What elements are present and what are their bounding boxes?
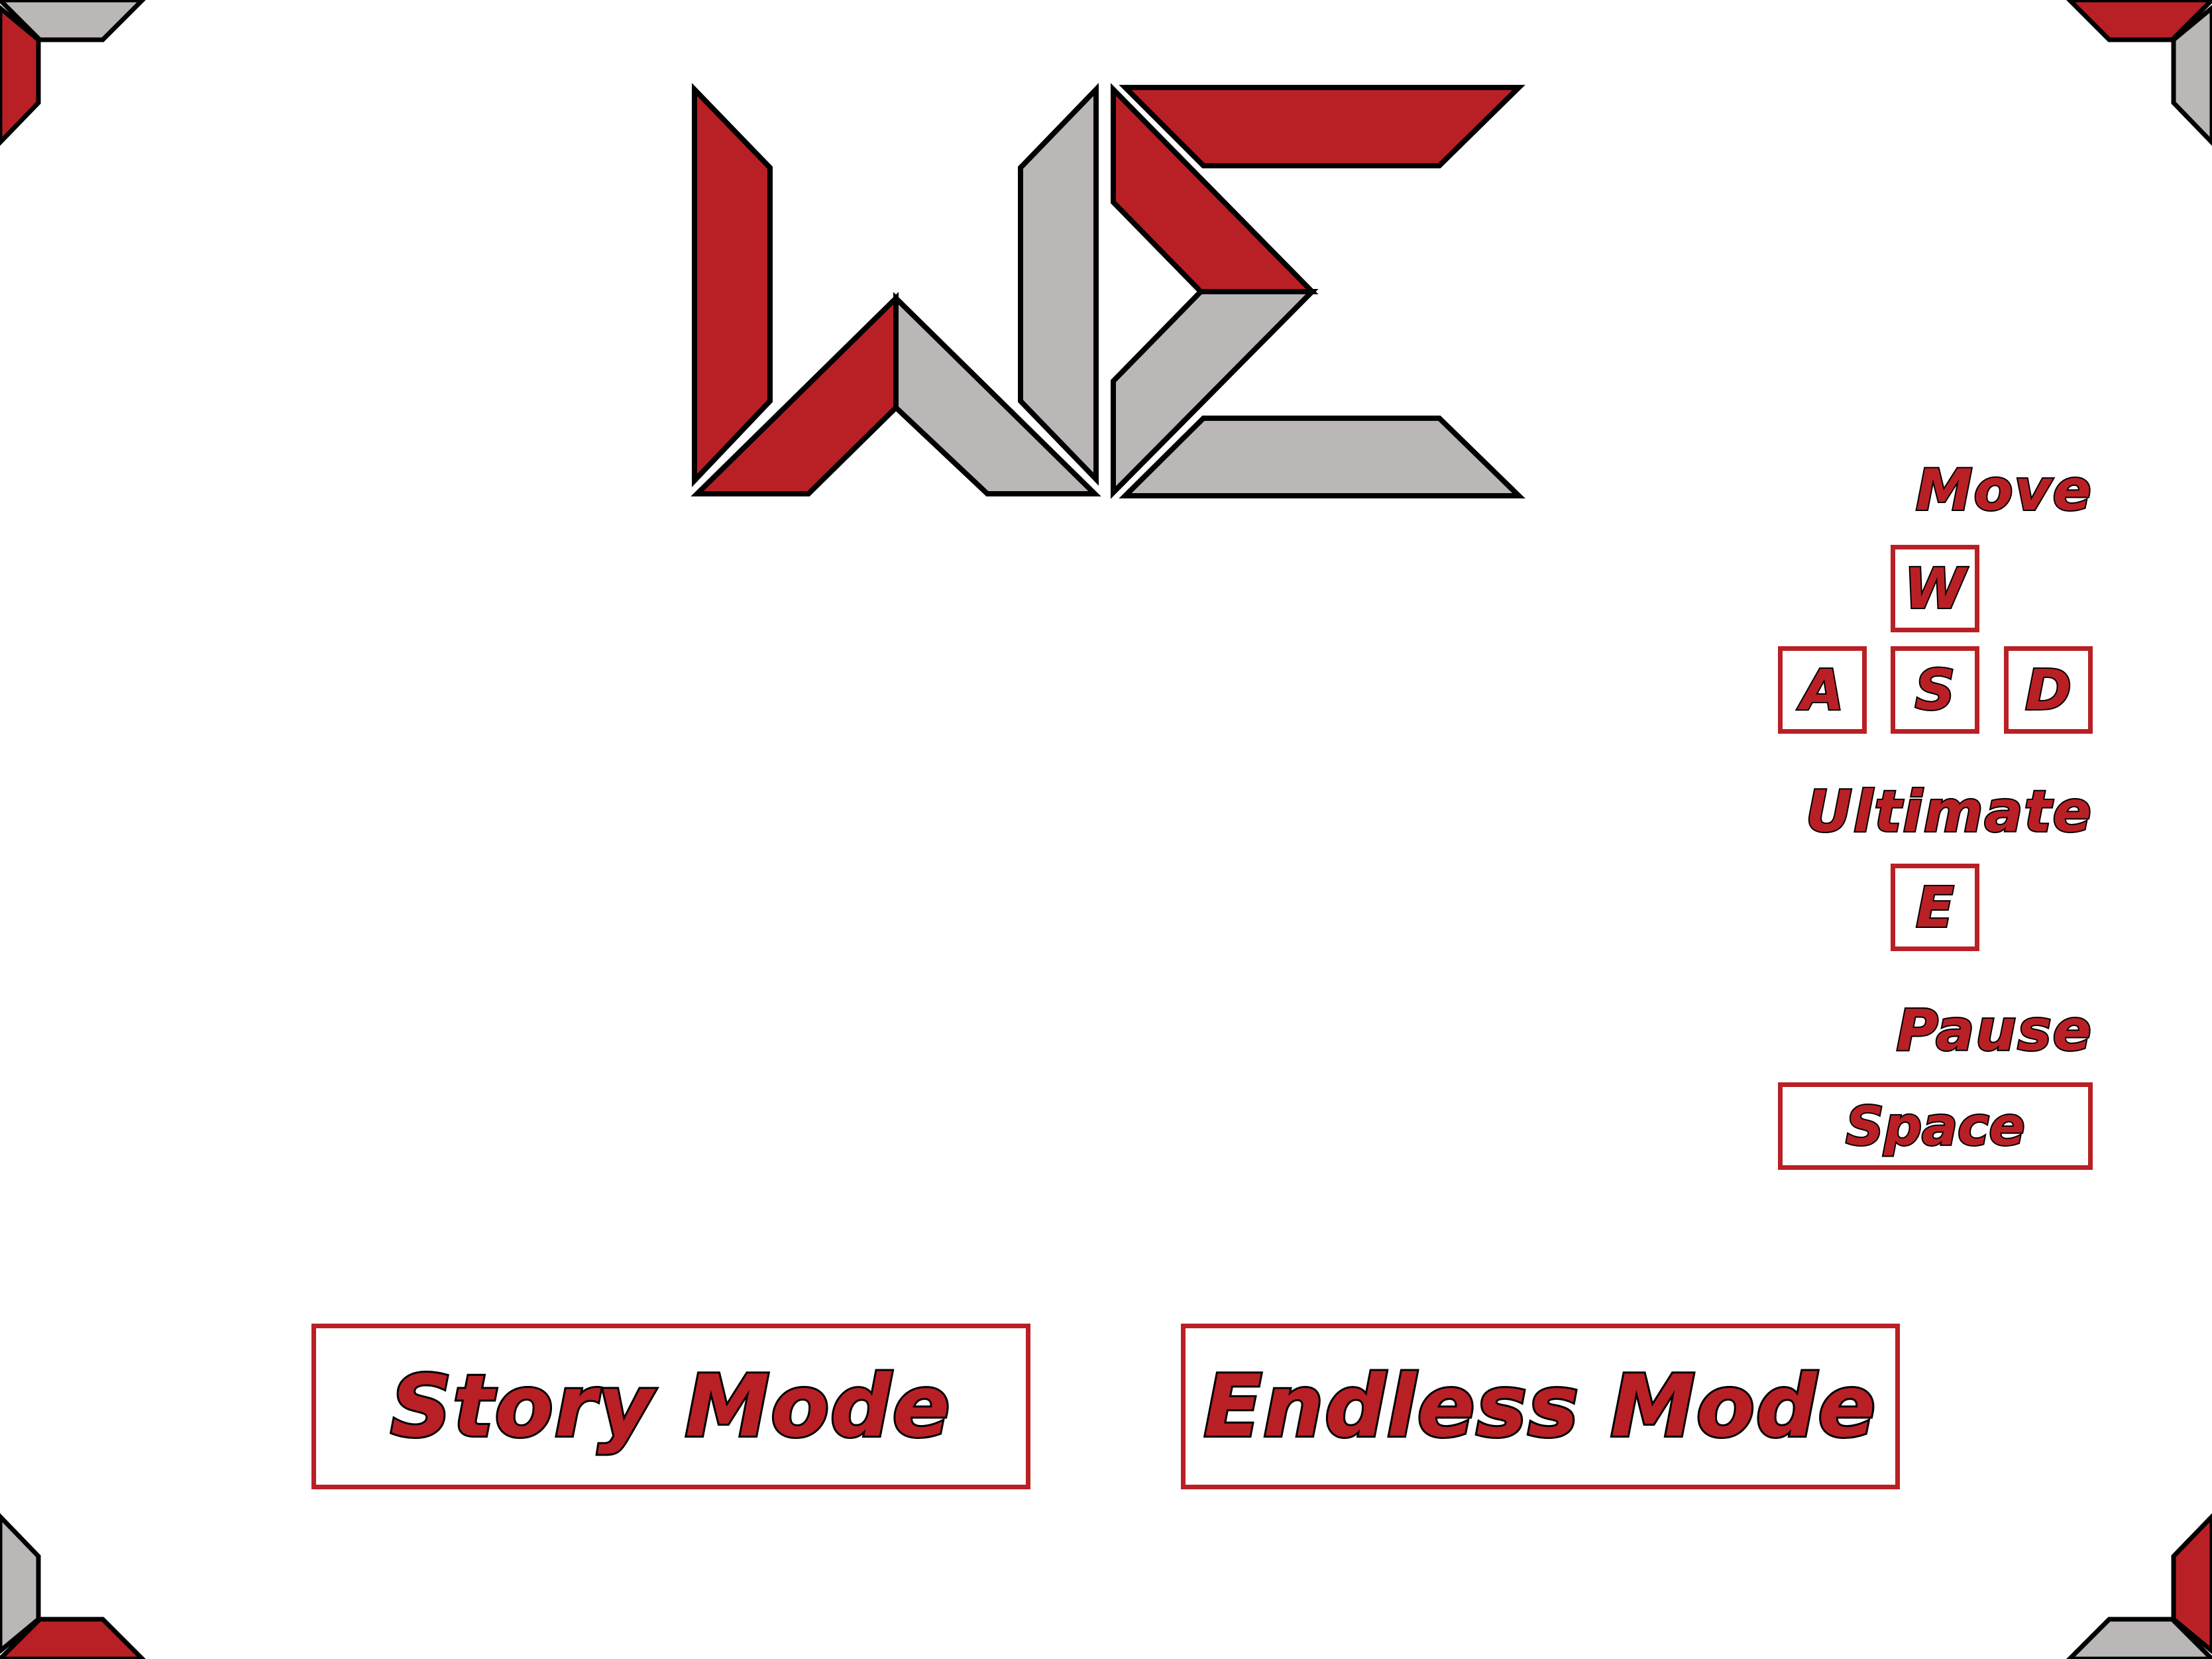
corner-bracket-icon — [0, 1500, 159, 1659]
key-e: E — [1891, 864, 1979, 951]
key-a: A — [1778, 646, 1867, 734]
move-label: Move — [1914, 456, 2093, 525]
corner-bracket-icon — [2053, 0, 2212, 159]
key-space: Space — [1778, 1082, 2093, 1170]
corner-bracket-icon — [2053, 1500, 2212, 1659]
pause-label: Pause — [1895, 996, 2093, 1065]
key-s: S — [1891, 646, 1979, 734]
key-d: D — [2004, 646, 2093, 734]
endless-mode-button[interactable]: Endless Mode — [1181, 1324, 1900, 1489]
we-monogram-logo — [691, 83, 1525, 499]
key-w: W — [1891, 545, 1979, 632]
corner-bracket-icon — [0, 0, 159, 159]
game-logo — [683, 76, 1544, 507]
ultimate-label: Ultimate — [1804, 777, 2093, 846]
story-mode-button[interactable]: Story Mode — [311, 1324, 1030, 1489]
